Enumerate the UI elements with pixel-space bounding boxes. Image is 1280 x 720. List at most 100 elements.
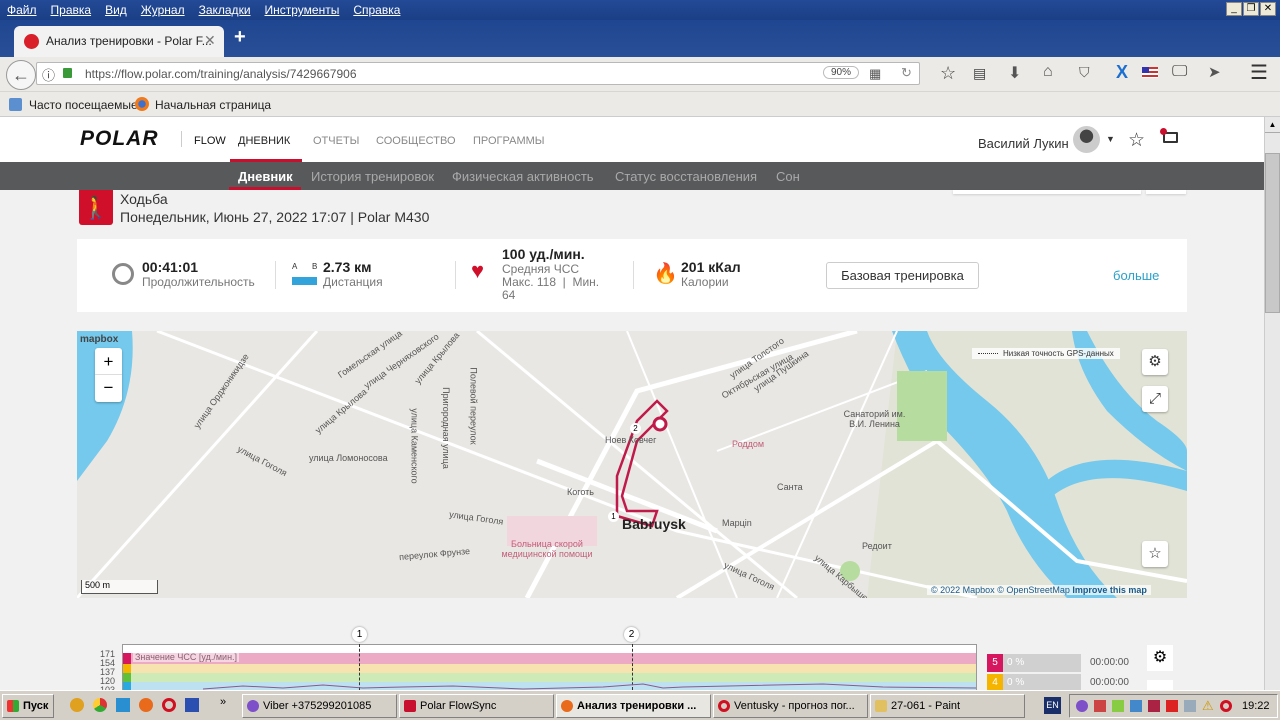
folder-search-icon <box>9 98 22 111</box>
menu-view[interactable]: Вид <box>98 0 134 17</box>
fullscreen-expand-icon[interactable]: ⤢ <box>1142 386 1168 412</box>
chart-settings-gear-icon[interactable]: ⚙ <box>1147 645 1173 671</box>
close-tab-icon[interactable]: ✕ <box>204 32 216 49</box>
chart-legend: Значение ЧСС [уд./мин.] <box>133 652 240 662</box>
lap-marker-2[interactable]: 2 <box>630 423 641 434</box>
minimize-button[interactable]: _ <box>1226 2 1242 16</box>
lap-marker-2[interactable]: 2 <box>624 627 639 642</box>
map-settings-gear-icon[interactable]: ⚙ <box>1142 349 1168 375</box>
nav-programs[interactable]: ПРОГРАММЫ <box>473 135 545 147</box>
pocket-icon[interactable]: ⛉ <box>1079 64 1090 81</box>
taskbar-item-label: Анализ тренировки ... <box>577 700 697 712</box>
nav-diary[interactable]: ДНЕВНИК <box>238 135 290 147</box>
start-button[interactable]: Пуск <box>2 694 54 718</box>
favorites-star-icon[interactable]: ☆ <box>1128 129 1145 152</box>
training-type-button[interactable]: Базовая тренировка <box>826 262 979 289</box>
shield-tray-icon[interactable] <box>1148 700 1160 712</box>
language-indicator[interactable]: EN <box>1044 697 1061 714</box>
tray-icon[interactable] <box>1112 700 1124 712</box>
viber-tray-icon[interactable] <box>1076 700 1088 712</box>
send-icon[interactable]: ➤ <box>1208 63 1221 81</box>
page-scrollbar[interactable]: ▲ <box>1264 117 1280 690</box>
map-favorite-star-icon[interactable]: ☆ <box>1142 541 1168 567</box>
monitor-icon[interactable]: 🖵 <box>1172 63 1187 81</box>
menu-edit[interactable]: Правка <box>44 0 99 17</box>
zoom-level[interactable]: 90% <box>823 66 860 79</box>
lap-marker-1[interactable]: 1 <box>608 511 619 522</box>
zoom-in-button[interactable]: + <box>95 348 122 375</box>
x-extension-icon[interactable]: X <box>1116 62 1128 83</box>
messages-icon[interactable] <box>1160 128 1178 143</box>
user-dropdown-icon[interactable]: ▼ <box>1106 134 1115 144</box>
osm-attribution-link[interactable]: © OpenStreetMap <box>997 585 1070 595</box>
polar-logo[interactable]: POLAR <box>80 127 159 151</box>
bookmark-most-visited[interactable]: Часто посещаемые <box>29 98 138 112</box>
nav-community[interactable]: СООБЩЕСТВО <box>376 135 456 147</box>
subnav-sleep[interactable]: Сон <box>776 169 800 184</box>
home-icon[interactable]: ⌂ <box>1043 63 1053 81</box>
scrollbar-thumb[interactable] <box>1265 153 1280 313</box>
firefox-icon[interactable] <box>139 698 153 712</box>
us-flag-icon[interactable] <box>1142 67 1158 78</box>
info-icon[interactable]: ⓘ <box>42 65 55 84</box>
menu-file[interactable]: Файл <box>0 0 44 17</box>
taskbar-item-ventusky[interactable]: Ventusky - прогноз пог... <box>713 694 868 718</box>
url-bar[interactable]: ⓘ https://flow.polar.com/training/analys… <box>36 62 920 85</box>
nav-reports[interactable]: ОТЧЕТЫ <box>313 135 359 147</box>
zoom-out-button[interactable]: − <box>95 375 122 402</box>
mapbox-logo[interactable]: mapbox <box>80 334 118 345</box>
chart-button-partial[interactable] <box>1147 680 1173 690</box>
home-app-icon[interactable] <box>116 698 130 712</box>
hamburger-menu-icon[interactable]: ☰ <box>1250 60 1268 85</box>
downloads-icon[interactable]: ⬇ <box>1008 63 1021 83</box>
zone-time: 00:00:00 <box>1090 657 1129 668</box>
subnav-activity[interactable]: Физическая активность <box>452 169 594 184</box>
reader-grid-icon[interactable]: ▦ <box>869 66 881 82</box>
reload-icon[interactable]: ↻ <box>901 65 912 81</box>
network-tray-icon[interactable] <box>1184 700 1196 712</box>
opera-tray-icon[interactable] <box>1220 700 1232 712</box>
taskbar-item-viber[interactable]: Viber +375299201085 <box>242 694 397 718</box>
url-text[interactable]: https://flow.polar.com/training/analysis… <box>85 67 357 81</box>
clock[interactable]: 19:22 <box>1242 700 1270 712</box>
lap-marker-1[interactable]: 1 <box>352 627 367 642</box>
bookmark-start-page[interactable]: Начальная страница <box>155 98 271 112</box>
warning-tray-icon[interactable]: ⚠ <box>1202 698 1214 714</box>
browser-tab-active[interactable]: Анализ тренировки - Polar F... ✕ <box>14 26 224 57</box>
subnav-training-history[interactable]: История тренировок <box>311 169 434 184</box>
bookmarks-list-icon[interactable]: ▤ <box>973 65 986 82</box>
taskbar-item-flowsync[interactable]: Polar FlowSync <box>399 694 554 718</box>
quicklaunch-app-icon[interactable] <box>70 698 84 712</box>
tray-icon[interactable] <box>1130 700 1142 712</box>
back-button[interactable]: ← <box>6 60 36 90</box>
tray-icon[interactable] <box>1166 700 1178 712</box>
tray-icon[interactable] <box>1094 700 1106 712</box>
partial-dropdown[interactable] <box>953 190 1141 194</box>
new-tab-button[interactable]: + <box>234 26 246 49</box>
taskbar-item-paint[interactable]: 27-061 - Paint <box>870 694 1025 718</box>
calories-value: 201 кКал <box>681 259 741 275</box>
user-name[interactable]: Василий Лукин <box>978 136 1069 151</box>
improve-map-link[interactable]: Improve this map <box>1072 585 1147 595</box>
subnav-recovery[interactable]: Статус восстановления <box>615 169 757 184</box>
hr-chart[interactable]: Значение ЧСС [уд./мин.] 171 154 137 120 … <box>0 620 1264 692</box>
menu-history[interactable]: Журнал <box>134 0 192 17</box>
avatar[interactable] <box>1073 126 1100 153</box>
subnav-diary[interactable]: Дневник <box>238 169 293 184</box>
point-a-label: A <box>292 262 298 271</box>
restore-button[interactable]: ❐ <box>1243 2 1259 16</box>
opera-icon[interactable] <box>162 698 176 712</box>
partial-button[interactable] <box>1146 190 1186 194</box>
chrome-icon[interactable] <box>93 698 107 712</box>
bookmark-star-icon[interactable]: ☆ <box>940 63 956 84</box>
taskbar-item-polar-active[interactable]: Анализ тренировки ... <box>556 694 711 718</box>
route-map[interactable]: mapbox + − улица Орджоникидзе Гомельская… <box>77 331 1187 598</box>
menu-help[interactable]: Справка <box>346 0 407 17</box>
save-disk-icon[interactable] <box>185 698 199 712</box>
more-link[interactable]: больше <box>1113 268 1159 283</box>
menu-tools[interactable]: Инструменты <box>258 0 347 17</box>
more-quicklaunch-icon[interactable]: » <box>220 696 226 708</box>
mapbox-attribution-link[interactable]: © 2022 Mapbox <box>931 585 995 595</box>
menu-bookmarks[interactable]: Закладки <box>192 0 258 17</box>
close-window-button[interactable]: ✕ <box>1260 2 1276 16</box>
